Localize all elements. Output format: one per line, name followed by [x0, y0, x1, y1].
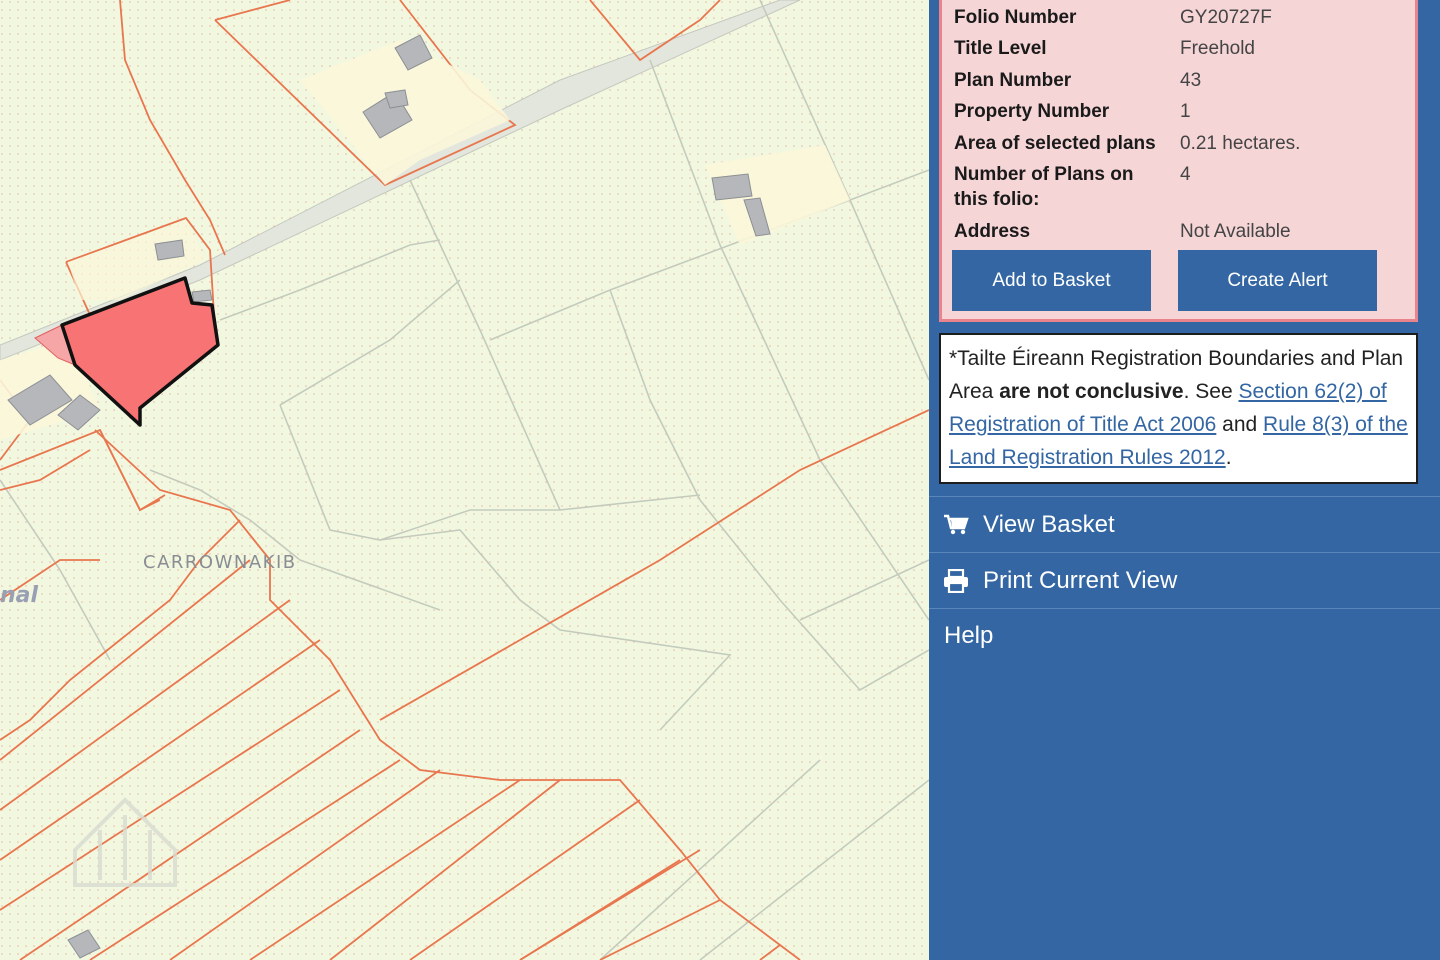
map-view[interactable]: CARROWNAKIB nal — [0, 0, 929, 960]
printer-icon — [929, 568, 983, 593]
notice-bold: are not conclusive — [999, 380, 1184, 403]
area-label: Area of selected plans — [954, 133, 1156, 154]
property-number-value: 1 — [1180, 101, 1191, 122]
help-menu-item[interactable]: Help — [929, 608, 1440, 663]
disclaimer-notice: *Tailte Éireann Registration Boundaries … — [939, 333, 1418, 484]
map-canvas[interactable] — [0, 0, 929, 960]
add-to-basket-button[interactable]: Add to Basket — [952, 250, 1151, 311]
map-place-label: CARROWNAKIB — [143, 552, 297, 573]
notice-text-3: and — [1216, 413, 1264, 436]
address-value: Not Available — [1180, 221, 1291, 242]
title-level-label: Title Level — [954, 38, 1047, 59]
print-view-label: Print Current View — [983, 566, 1178, 594]
create-alert-button[interactable]: Create Alert — [1178, 250, 1377, 311]
notice-text-4: . — [1225, 446, 1232, 469]
cart-icon — [929, 514, 983, 536]
folio-number-value: GY20727F — [1180, 7, 1272, 28]
view-basket-menu-item[interactable]: View Basket — [929, 496, 1440, 552]
view-basket-label: View Basket — [983, 510, 1115, 538]
area-value: 0.21 hectares. — [1180, 133, 1301, 154]
plan-number-value: 43 — [1180, 70, 1202, 91]
side-panel: Folio Number GY20727F Title Level Freeho… — [929, 0, 1440, 960]
notice-text-2: . See — [1183, 380, 1239, 403]
address-label: Address — [954, 221, 1031, 242]
title-level-value: Freehold — [1180, 38, 1255, 59]
print-view-menu-item[interactable]: Print Current View — [929, 552, 1440, 608]
map-partial-label: nal — [0, 583, 39, 608]
plan-number-label: Plan Number — [954, 70, 1072, 91]
property-number-label: Property Number — [954, 101, 1110, 122]
help-label: Help — [944, 622, 994, 649]
folio-number-label: Folio Number — [954, 7, 1077, 28]
number-of-plans-label: Number of Plans on this folio: — [954, 164, 1134, 210]
folio-info-box: Folio Number GY20727F Title Level Freeho… — [939, 0, 1418, 322]
number-of-plans-value: 4 — [1180, 164, 1191, 185]
